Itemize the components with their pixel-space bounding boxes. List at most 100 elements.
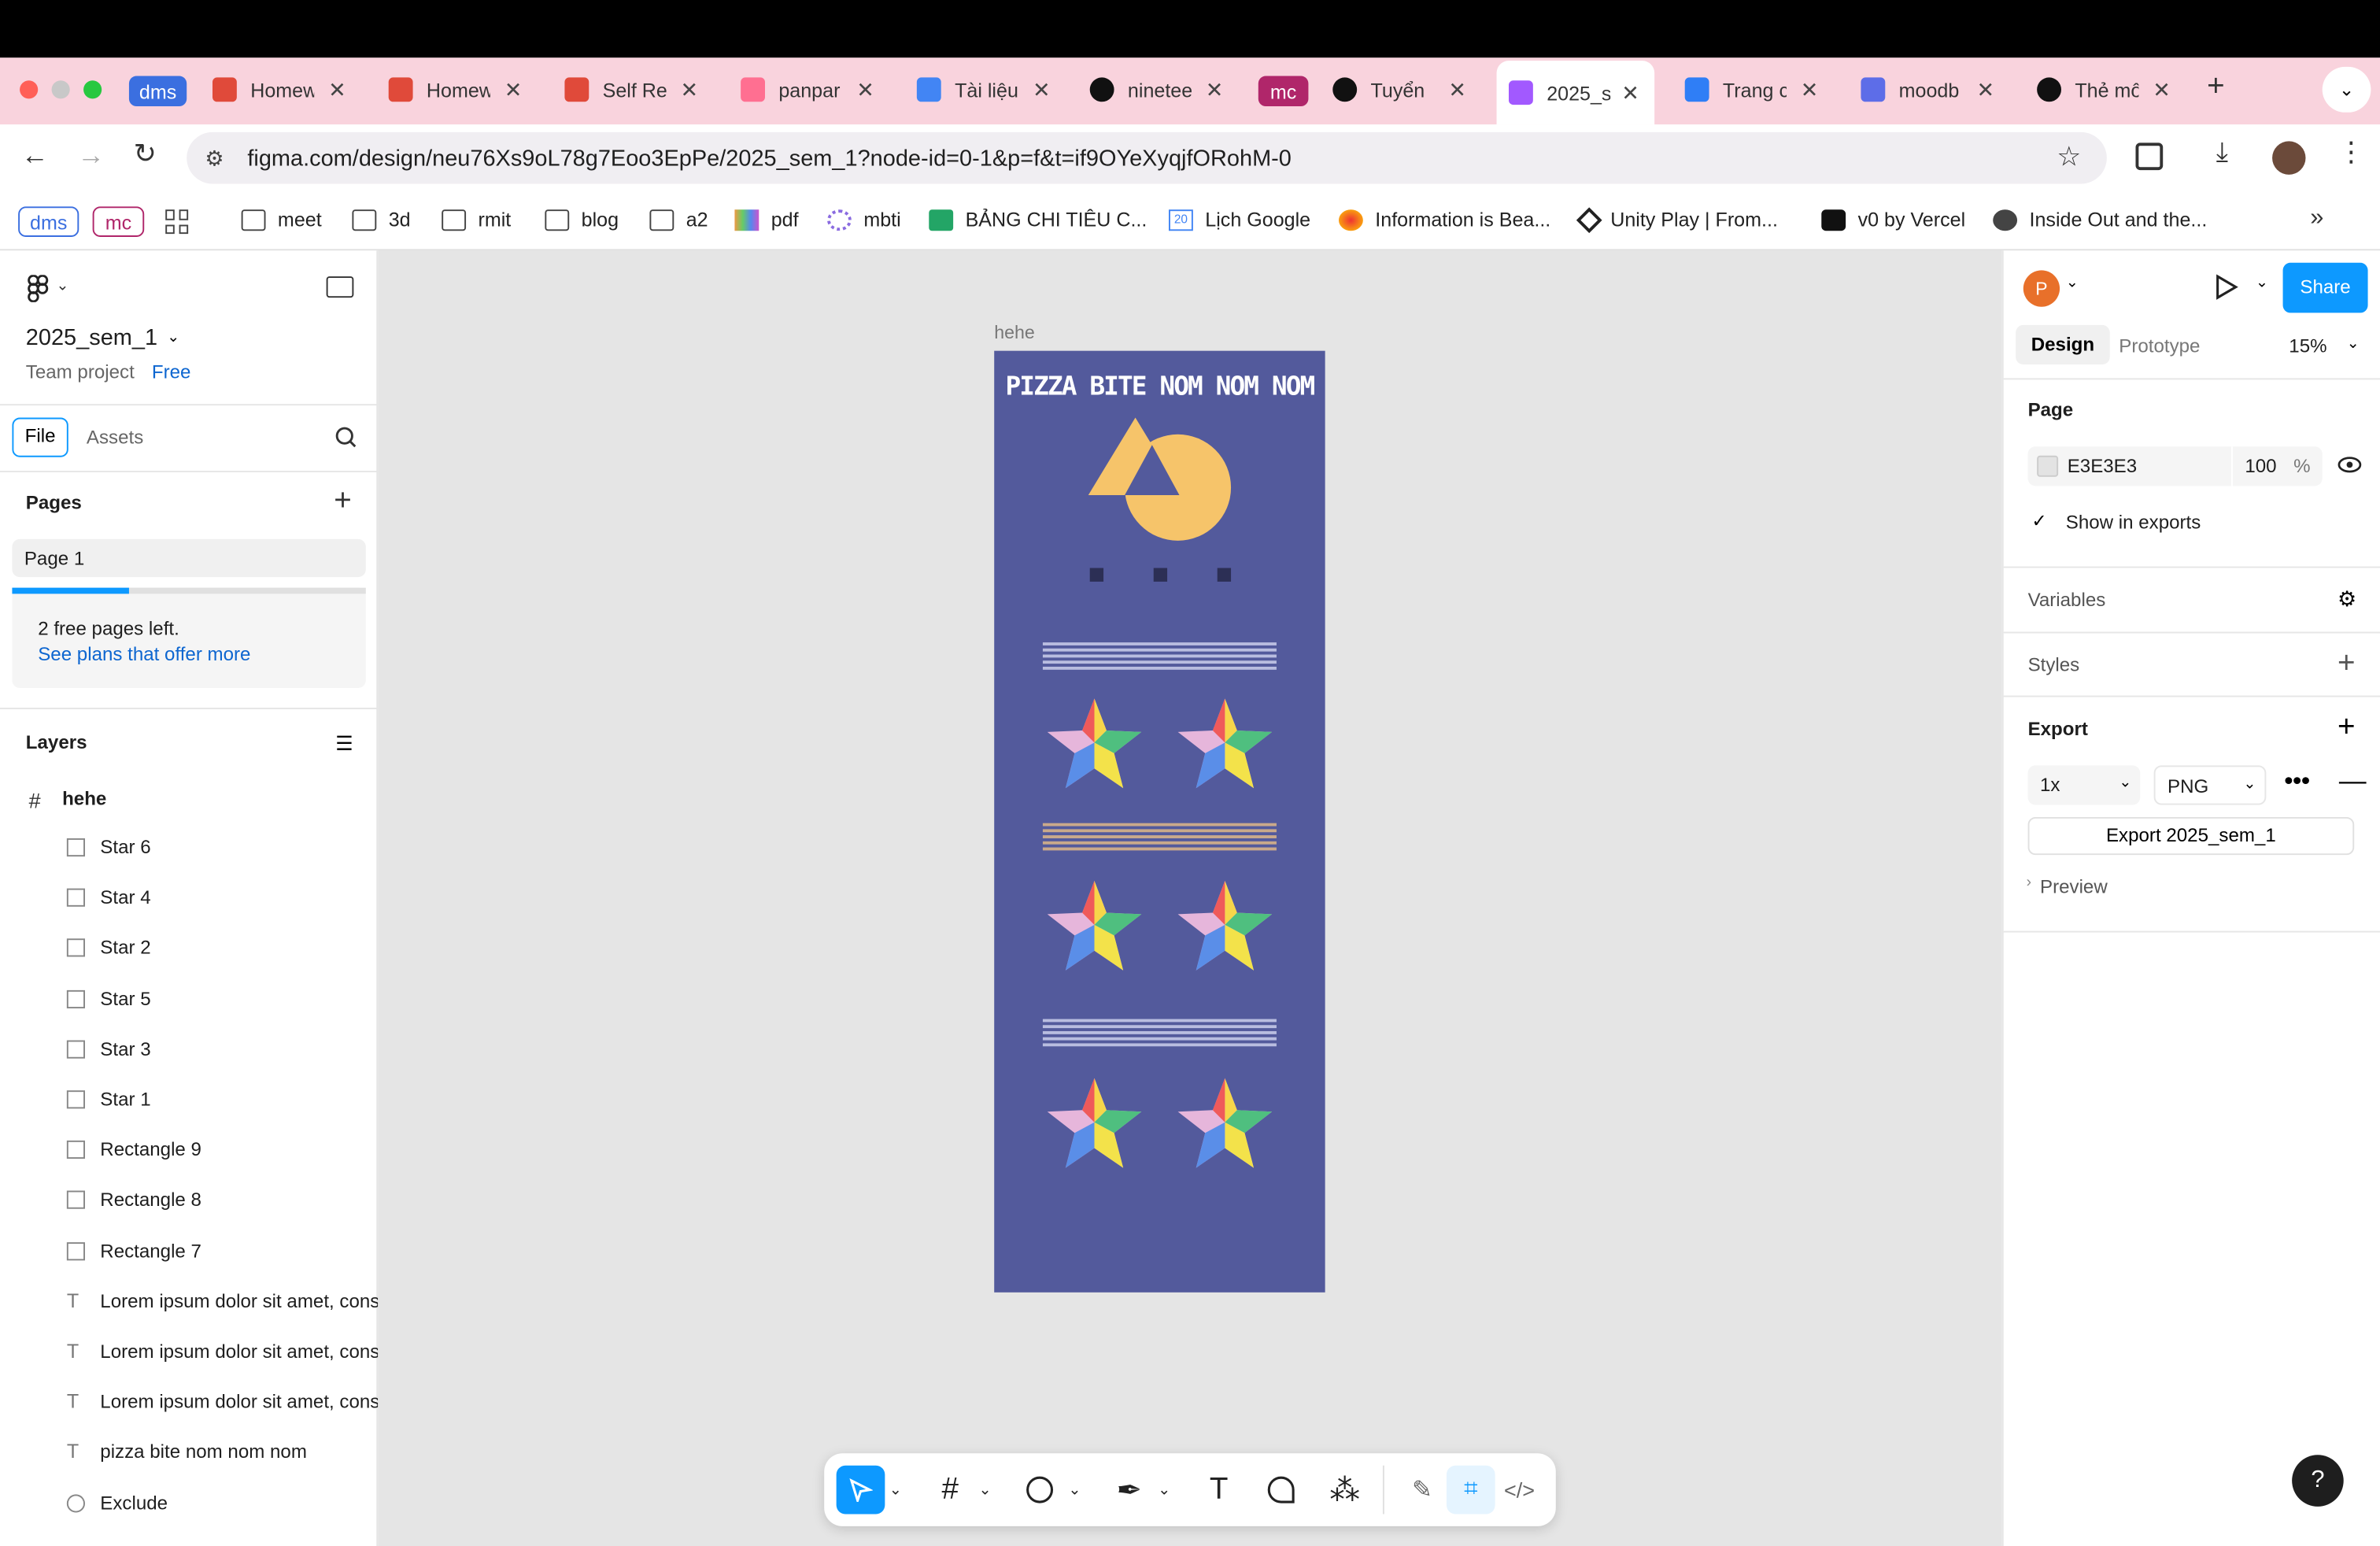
present-icon[interactable] xyxy=(2215,273,2239,308)
chevron-down-icon[interactable]: ⌄ xyxy=(1154,1466,1175,1515)
comment-tool-icon[interactable] xyxy=(1257,1466,1306,1515)
site-info-icon[interactable]: ⚙ xyxy=(205,146,224,172)
close-tab-icon[interactable]: ✕ xyxy=(328,76,346,102)
frame-tool-icon[interactable]: # xyxy=(926,1466,974,1515)
close-tab-icon[interactable]: ✕ xyxy=(681,76,699,102)
export-format-select[interactable]: PNG ⌄ xyxy=(2153,765,2267,805)
chevron-down-icon[interactable]: ⌄ xyxy=(1064,1466,1085,1515)
page-color-value[interactable]: E3E3E3 xyxy=(2068,456,2137,477)
see-plans-link[interactable]: See plans that offer more xyxy=(38,644,250,665)
star-2[interactable] xyxy=(1177,697,1273,792)
pizza-title-text[interactable]: PIZZA BITE NOM NOM NOM xyxy=(994,372,1325,403)
bookmark-star-icon[interactable]: ☆ xyxy=(2057,141,2081,173)
ellipse-tool-icon[interactable] xyxy=(1015,1466,1064,1515)
bookmark-calendar[interactable]: 20 Lịch Google xyxy=(1168,208,1310,231)
preview-toggle[interactable]: Preview xyxy=(2040,876,2108,897)
chevron-right-icon[interactable]: › xyxy=(2027,875,2031,891)
forward-icon[interactable]: → xyxy=(77,139,105,172)
actions-tool-icon[interactable]: ⁂ xyxy=(1321,1466,1369,1515)
color-swatch[interactable] xyxy=(2037,455,2059,477)
tab-assets[interactable]: Assets xyxy=(87,427,143,448)
tab-design[interactable]: Design xyxy=(2016,324,2110,365)
move-tool-icon[interactable] xyxy=(836,1465,885,1515)
layer-row[interactable]: Rectangle 9 xyxy=(0,1126,378,1176)
share-button[interactable]: Share xyxy=(2282,262,2368,313)
add-export-icon[interactable]: + xyxy=(2338,711,2356,745)
variables-settings-icon[interactable]: ⚙ xyxy=(2338,586,2356,612)
close-tab-icon[interactable]: ✕ xyxy=(1033,76,1051,102)
export-button[interactable]: Export 2025_sem_1 xyxy=(2027,816,2355,856)
tab-search-icon[interactable]: ⌄ xyxy=(2322,66,2371,113)
design-canvas[interactable]: hehe PIZZA BITE NOM NOM NOM ⌄ # ⌄ ⌄ ✒ ⌄ … xyxy=(378,250,2002,1546)
user-avatar[interactable]: P xyxy=(2023,270,2060,307)
browser-tab[interactable]: panpar ✕ xyxy=(741,67,886,113)
browser-tab[interactable]: Homew ✕ xyxy=(388,67,534,113)
team-label[interactable]: Team project xyxy=(26,361,135,383)
reload-icon[interactable]: ↻ xyxy=(134,139,157,171)
page-color-field[interactable]: E3E3E3 100 % xyxy=(2027,446,2323,486)
bookmark-unity[interactable]: Unity Play | From... xyxy=(1576,206,1778,233)
browser-tab[interactable]: Tài liệu ✕ xyxy=(916,67,1062,113)
lorem-text-1[interactable] xyxy=(1042,642,1277,673)
star-1[interactable] xyxy=(1046,697,1143,792)
close-tab-icon[interactable]: ✕ xyxy=(856,76,874,102)
browser-tab[interactable]: moodb ✕ xyxy=(1861,67,2006,113)
design-mode-icon[interactable]: ⌗ xyxy=(1446,1465,1495,1515)
chevron-down-icon[interactable]: ⌄ xyxy=(2347,335,2360,352)
bookmark-inside-out[interactable]: Inside Out and the... xyxy=(1993,208,2207,231)
rectangle-8[interactable] xyxy=(1153,568,1168,582)
layer-row[interactable]: Exclude xyxy=(0,1478,378,1529)
back-icon[interactable]: ← xyxy=(21,139,49,172)
help-button[interactable]: ? xyxy=(2292,1455,2344,1507)
variables-header[interactable]: Variables xyxy=(2028,590,2106,611)
download-icon[interactable]: ⤓ xyxy=(2216,137,2228,169)
layer-row[interactable]: Star 5 xyxy=(0,975,378,1025)
rectangle-7[interactable] xyxy=(1089,568,1104,582)
close-tab-icon[interactable]: ✕ xyxy=(1206,76,1224,102)
browser-tab[interactable]: Tuyển ✕ xyxy=(1332,67,1478,113)
frame-label[interactable]: hehe xyxy=(994,322,1034,343)
pen-tool-icon[interactable]: ✒ xyxy=(1105,1466,1154,1515)
page-opacity-value[interactable]: 100 xyxy=(2245,456,2276,477)
bookmark-meet[interactable]: meet xyxy=(241,208,322,231)
text-tool-icon[interactable]: T xyxy=(1195,1466,1244,1515)
close-tab-icon[interactable]: ✕ xyxy=(504,76,523,102)
tab-group-dms[interactable]: dms xyxy=(128,76,187,107)
bookmark-group-mc[interactable]: mc xyxy=(92,206,145,237)
export-more-icon[interactable]: ••• xyxy=(2284,768,2309,796)
chevron-down-icon[interactable]: ⌄ xyxy=(974,1466,996,1515)
bookmark-sheet[interactable]: BẢNG CHI TIÊU C... xyxy=(929,208,1147,231)
browser-tab[interactable]: Homew ✕ xyxy=(212,67,358,113)
layer-row[interactable]: Star 4 xyxy=(0,874,378,924)
close-tab-icon[interactable]: ✕ xyxy=(2153,76,2171,102)
minimize-window-button[interactable] xyxy=(51,80,70,99)
figma-logo-icon[interactable] xyxy=(26,274,50,303)
close-tab-icon[interactable]: ✕ xyxy=(1448,76,1466,102)
bookmark-information[interactable]: Information is Bea... xyxy=(1338,208,1550,231)
chevron-down-icon[interactable]: ⌄ xyxy=(2066,275,2079,291)
chevron-down-icon[interactable]: ⌄ xyxy=(2256,275,2268,291)
eye-icon[interactable] xyxy=(2338,454,2362,483)
zoom-level[interactable]: 15% xyxy=(2289,335,2326,357)
star-5[interactable] xyxy=(1046,1077,1143,1171)
more-bookmarks-icon[interactable]: » xyxy=(2310,205,2323,232)
layer-row[interactable]: Rectangle 8 xyxy=(0,1176,378,1226)
exclude-shape[interactable] xyxy=(1085,415,1237,546)
layer-frame-hehe[interactable]: hehe xyxy=(62,788,106,809)
layer-row[interactable]: T Lorem ipsum dolor sit amet, consectetur xyxy=(0,1277,378,1327)
bookmark-blog[interactable]: blog xyxy=(545,208,619,231)
browser-tab[interactable]: 2025_s ✕ xyxy=(1496,61,1655,125)
chevron-down-icon[interactable]: ⌄ xyxy=(167,330,179,346)
bookmark-rmit[interactable]: rmit xyxy=(442,208,511,231)
page-item[interactable]: Page 1 xyxy=(12,538,366,578)
toggle-ui-icon[interactable] xyxy=(326,276,354,298)
browser-tab[interactable]: Trang c ✕ xyxy=(1684,67,1831,113)
tab-file[interactable]: File xyxy=(12,417,68,457)
lorem-text-3[interactable] xyxy=(1042,1019,1277,1050)
close-window-button[interactable] xyxy=(20,80,39,99)
add-page-icon[interactable]: + xyxy=(334,484,352,519)
show-in-exports-checkbox[interactable]: ✓ xyxy=(2028,510,2051,533)
close-tab-icon[interactable]: ✕ xyxy=(1801,76,1819,102)
export-scale-select[interactable]: 1x ⌄ xyxy=(2027,765,2141,805)
star-4[interactable] xyxy=(1177,879,1273,974)
